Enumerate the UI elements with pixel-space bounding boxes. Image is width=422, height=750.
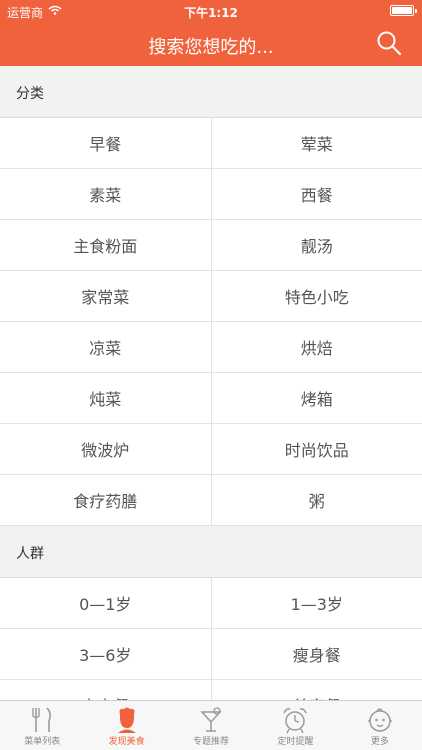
grid-row: 早餐 荤菜 [0,118,422,169]
section-grid: 早餐 荤菜 素菜 西餐 主食粉面 靓汤 家常菜 特色小吃 凉菜 烘焙 炖菜 烤箱 微波炉 时尚饮品 食疗药膳… [0,118,422,526]
category-item[interactable]: 宝宝餐 [0,680,211,700]
tab-bar: 菜单列表 发现美食 专题推荐 定时提醒 更多 [0,700,422,750]
chef-icon [117,707,136,733]
grid-row: 0—1岁 1—3岁 [0,578,422,629]
grid-row: 家常菜 特色小吃 [0,271,422,322]
category-item[interactable]: 食疗药膳 [0,475,211,525]
category-item[interactable]: 1—3岁 [210,578,422,628]
status-time: 下午1:12 [184,6,238,20]
grid-row: 炖菜 烤箱 [0,373,422,424]
grid-row: 微波炉 时尚饮品 [0,424,422,475]
section-header: 分类 [0,66,422,118]
category-item[interactable]: 素菜 [0,169,211,219]
tab-fork-knife[interactable]: 菜单列表 [0,701,84,750]
category-list[interactable]: 分类 早餐 荤菜 素菜 西餐 主食粉面 靓汤 家常菜 特色小吃 凉菜 烘焙 炖菜 烤箱 微波炉 时尚饮品 食疗… [0,66,422,700]
grid-row: 素菜 西餐 [0,169,422,220]
category-item[interactable]: 粥 [210,475,422,525]
tab-label: 更多 [370,737,389,747]
tab-alarm-clock[interactable]: 定时提醒 [253,701,337,750]
category-item[interactable]: 0—1岁 [0,578,211,628]
category-item[interactable]: 西餐 [210,169,422,219]
category-item[interactable]: 3—6岁 [0,629,211,679]
grid-row: 宝宝餐美容餐 [0,680,422,700]
category-item[interactable]: 烤箱 [210,373,422,423]
grid-row: 食疗药膳粥 [0,475,422,526]
tab-label: 发现美食 [108,737,145,747]
grid-row: 凉菜 烘焙 [0,322,422,373]
section-header: 人群 [0,526,422,578]
tab-label: 菜单列表 [24,737,61,747]
cocktail-icon [200,707,222,732]
category-item[interactable]: 荤菜 [210,118,422,168]
tab-baby-face[interactable]: 更多 [338,701,422,750]
search-prompt[interactable]: 搜索您想吃的... [60,33,362,59]
tab-chef[interactable]: 发现美食 [84,701,168,750]
tab-label: 定时提醒 [277,737,314,747]
status-bar: 运营商 下午1:12 [0,0,422,22]
category-item[interactable]: 瘦身餐 [210,629,422,679]
category-item[interactable]: 微波炉 [0,424,211,474]
grid-row: 3—6岁 瘦身餐 [0,629,422,680]
category-item[interactable]: 主食粉面 [0,220,211,270]
tab-cocktail[interactable]: 专题推荐 [169,701,253,750]
category-item[interactable]: 家常菜 [0,271,211,321]
category-item[interactable]: 凉菜 [0,322,211,372]
fork-knife-icon [32,707,52,732]
category-item[interactable]: 烘焙 [210,322,422,372]
tab-label: 专题推荐 [193,737,230,747]
search-icon[interactable] [376,30,402,56]
top-bar: 运营商 下午1:12 搜索您想吃的... [0,0,422,66]
battery-icon [390,5,417,16]
section-grid: 0—1岁1—3岁3—6岁瘦身餐宝宝餐美容餐 [0,578,422,700]
category-item[interactable]: 炖菜 [0,373,211,423]
baby-face-icon [367,708,392,732]
category-item[interactable]: 时尚饮品 [210,424,422,474]
category-item[interactable]: 靓汤 [210,220,422,270]
alarm-clock-icon [283,708,308,734]
category-item[interactable]: 特色小吃 [210,271,422,321]
category-item[interactable]: 美容餐 [210,680,422,700]
category-item[interactable]: 早餐 [0,118,211,168]
grid-row: 主食粉面 靓汤 [0,220,422,271]
